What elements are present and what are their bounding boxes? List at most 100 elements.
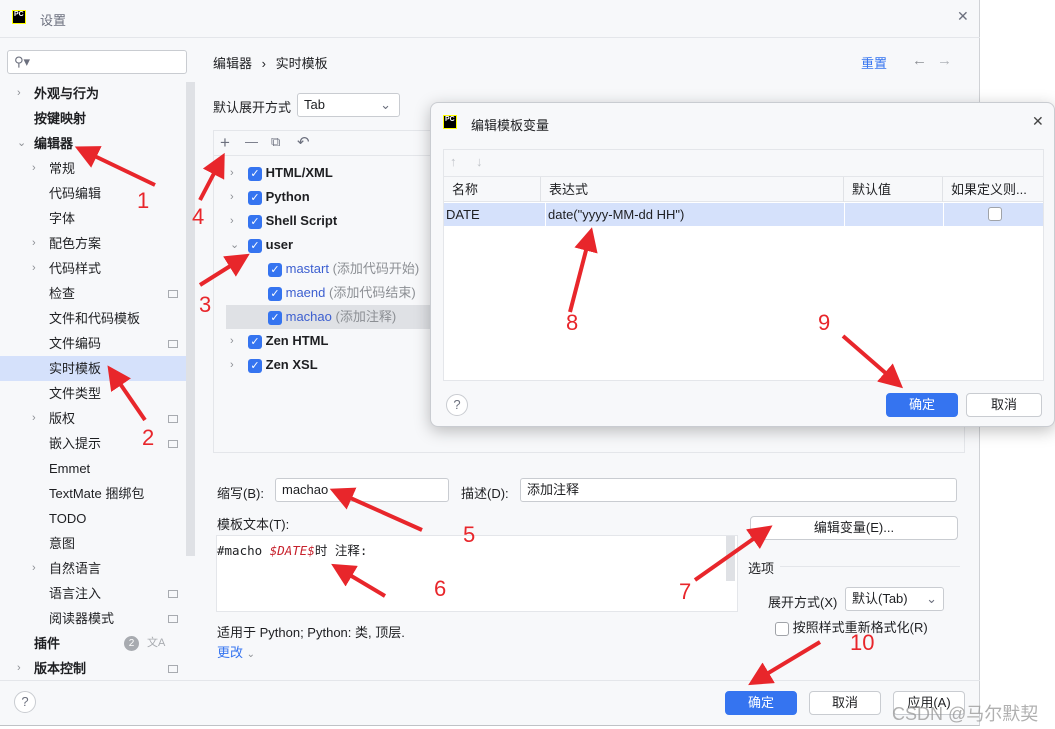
sidebar-item[interactable]: 插件 2 文A (0, 631, 186, 656)
chevron-down-icon[interactable]: ⌄ (17, 131, 26, 156)
chevron-right-icon[interactable]: › (230, 185, 234, 209)
sidebar-item[interactable]: 文件类型 (0, 381, 186, 406)
sidebar-scrollbar[interactable] (186, 82, 195, 556)
chevron-right-icon[interactable]: › (32, 256, 36, 281)
template-group[interactable]: › ✓ Python (226, 185, 446, 209)
sidebar-item[interactable]: 代码编辑 (0, 181, 186, 206)
enabled-checkbox[interactable]: ✓ (248, 190, 262, 205)
sidebar-item-label: 编辑器 (34, 136, 74, 151)
edit-variables-button[interactable]: 编辑变量(E)... (750, 516, 958, 540)
enabled-checkbox[interactable]: ✓ (268, 262, 282, 277)
move-down-icon[interactable]: ↓ (476, 154, 483, 169)
chevron-right-icon[interactable]: › (230, 353, 234, 377)
template-item[interactable]: ✓ machao (添加注释) (226, 305, 446, 329)
template-group[interactable]: ⌄ ✓ user (226, 233, 446, 257)
template-group[interactable]: › ✓ Zen HTML (226, 329, 446, 353)
editor-scrollbar[interactable] (726, 536, 735, 581)
modal-ok-button[interactable]: 确定 (886, 393, 958, 417)
template-item[interactable]: ✓ mastart (添加代码开始) (226, 257, 446, 281)
sidebar-item[interactable]: › 版权 (0, 406, 186, 431)
sidebar-item[interactable]: › 版本控制 (0, 656, 186, 681)
template-label: HTML/XML (265, 165, 333, 180)
template-group[interactable]: › ✓ HTML/XML (226, 161, 446, 185)
sidebar-item[interactable]: 阅读器模式 (0, 606, 186, 631)
template-group[interactable]: › ✓ Shell Script (226, 209, 446, 233)
chevron-down-icon[interactable]: ⌄ (230, 233, 239, 257)
remove-icon[interactable]: — (245, 134, 258, 149)
template-group[interactable]: › ✓ Zen XSL (226, 353, 446, 377)
skip-if-defined-checkbox[interactable] (987, 207, 1002, 221)
close-icon[interactable]: ✕ (1032, 113, 1044, 130)
reformat-checkbox[interactable] (775, 621, 789, 636)
sidebar-item[interactable]: Emmet (0, 456, 186, 481)
chevron-right-icon[interactable]: › (17, 656, 21, 681)
enabled-checkbox[interactable]: ✓ (268, 310, 282, 325)
description-input[interactable]: 添加注释 (520, 478, 957, 502)
enabled-checkbox[interactable]: ✓ (248, 334, 262, 349)
table-row[interactable]: DATE date("yyyy-MM-dd HH") (444, 203, 1043, 226)
sidebar-item[interactable]: 实时模板 (0, 356, 186, 381)
forward-icon[interactable]: → (937, 52, 952, 69)
chevron-right-icon[interactable]: › (230, 329, 234, 353)
ok-button[interactable]: 确定 (725, 691, 797, 715)
breadcrumb-parent[interactable]: 编辑器 (213, 56, 252, 71)
column-header-expression[interactable]: 表达式 (541, 177, 844, 202)
sidebar-item[interactable]: 语言注入 (0, 581, 186, 606)
modal-cancel-button[interactable]: 取消 (966, 393, 1042, 417)
sidebar-item[interactable]: TODO (0, 506, 186, 531)
undo-icon[interactable]: ↶ (297, 133, 310, 151)
enabled-checkbox[interactable]: ✓ (248, 166, 262, 181)
help-button[interactable]: ? (446, 394, 468, 416)
sidebar-item[interactable]: 嵌入提示 (0, 431, 186, 456)
chevron-right-icon[interactable]: › (17, 81, 21, 106)
help-button[interactable]: ? (14, 691, 36, 713)
column-header-default[interactable]: 默认值 (844, 177, 943, 202)
enabled-checkbox[interactable]: ✓ (268, 286, 282, 301)
change-contexts-link[interactable]: 更改 ⌄ (217, 642, 255, 661)
chevron-right-icon[interactable]: › (32, 556, 36, 581)
close-icon[interactable]: ✕ (957, 8, 969, 25)
column-header-name[interactable]: 名称 (444, 177, 541, 202)
sidebar-item[interactable]: 按键映射 (0, 106, 186, 131)
enabled-checkbox[interactable]: ✓ (248, 358, 262, 373)
column-header-skip[interactable]: 如果定义则... (943, 177, 1043, 202)
move-up-icon[interactable]: ↑ (450, 154, 457, 169)
reset-link[interactable]: 重置 (861, 53, 887, 72)
template-item[interactable]: ✓ maend (添加代码结束) (226, 281, 446, 305)
sidebar-item[interactable]: 检查 (0, 281, 186, 306)
chevron-right-icon[interactable]: › (32, 156, 36, 181)
chevron-right-icon[interactable]: › (230, 209, 234, 233)
chevron-right-icon[interactable]: › (32, 406, 36, 431)
sidebar-item-label: 版本控制 (34, 661, 87, 676)
cancel-button[interactable]: 取消 (809, 691, 881, 715)
abbreviation-input[interactable]: machao (275, 478, 449, 502)
sidebar-item[interactable]: 文件和代码模板 (0, 306, 186, 331)
sidebar-item[interactable]: › 常规 (0, 156, 186, 181)
sidebar-item[interactable]: › 配色方案 (0, 231, 186, 256)
enabled-checkbox[interactable]: ✓ (248, 238, 262, 253)
sidebar-item[interactable]: › 自然语言 (0, 556, 186, 581)
variable-name[interactable]: DATE (444, 203, 541, 226)
sidebar-item[interactable]: › 外观与行为 (0, 81, 186, 106)
variable-default[interactable] (844, 203, 943, 226)
add-icon[interactable]: + (220, 133, 230, 153)
sidebar-item[interactable]: › 代码样式 (0, 256, 186, 281)
chevron-down-icon: ⌄ (380, 97, 391, 112)
variable-expression[interactable]: date("yyyy-MM-dd HH") (545, 203, 845, 226)
copy-icon[interactable]: ⧉ (271, 134, 280, 150)
search-input[interactable]: ⚲▾ (7, 50, 187, 74)
template-text-editor[interactable]: #macho $DATE$时 注释: (216, 535, 738, 612)
breadcrumb-sep: › (261, 56, 266, 71)
chevron-right-icon[interactable]: › (230, 161, 234, 185)
enabled-checkbox[interactable]: ✓ (248, 214, 262, 229)
back-icon[interactable]: ← (912, 52, 927, 69)
sidebar-item[interactable]: 意图 (0, 531, 186, 556)
sidebar-item[interactable]: TextMate 捆绑包 (0, 481, 186, 506)
sidebar-item[interactable]: 文件编码 (0, 331, 186, 356)
chevron-down-icon: ⌄ (246, 649, 256, 660)
chevron-right-icon[interactable]: › (32, 231, 36, 256)
expand-with-select[interactable]: 默认(Tab) ⌄ (845, 587, 944, 611)
sidebar-item[interactable]: 字体 (0, 206, 186, 231)
sidebar-item[interactable]: ⌄ 编辑器 (0, 131, 186, 156)
default-expand-select[interactable]: Tab ⌄ (297, 93, 400, 117)
